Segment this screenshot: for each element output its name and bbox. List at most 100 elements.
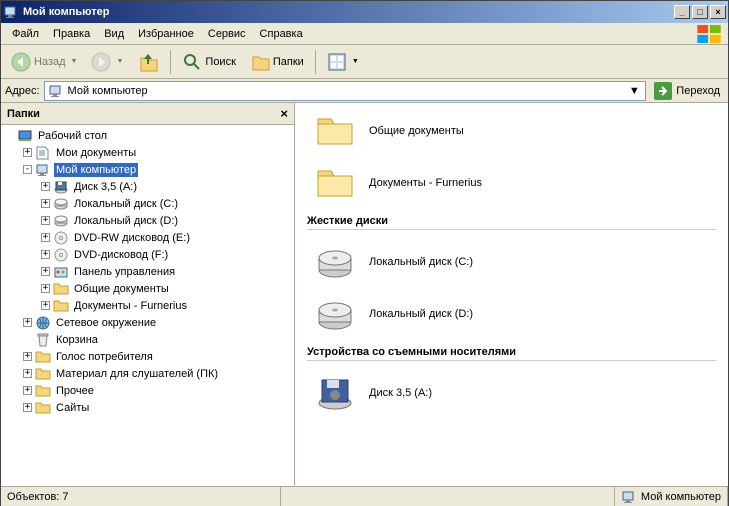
expand-icon[interactable]: + [41,233,50,242]
statusbar: Объектов: 7 Мой компьютер [1,486,728,506]
maximize-button[interactable]: □ [692,5,708,19]
desktop-icon [17,128,33,144]
expand-icon[interactable]: + [41,199,50,208]
tree-item[interactable]: + Общие документы [1,280,294,297]
chevron-down-icon: ▼ [352,58,359,65]
expand-icon[interactable]: + [41,216,50,225]
tree-item[interactable]: + Диск 3,5 (A:) [1,178,294,195]
expand-icon[interactable]: + [41,284,50,293]
views-button[interactable]: ▼ [321,48,365,76]
folder-icon [35,383,51,399]
separator [315,50,316,74]
item-floppy-a[interactable]: Диск 3,5 (A:) [307,373,716,413]
menu-tools[interactable]: Сервис [201,26,253,42]
forward-button[interactable]: ▼ [85,48,129,76]
status-objects-text: Объектов: 7 [7,491,69,503]
tree-item-label: Мои документы [54,146,138,160]
item-local-disk-d[interactable]: Локальный диск (D:) [307,294,716,334]
tree-item-label: Диск 3,5 (A:) [72,180,139,194]
content-pane[interactable]: Общие документы Документы - Furnerius Же… [295,103,728,486]
tree-item[interactable]: + Прочее [1,382,294,399]
menu-favorites[interactable]: Избранное [131,26,201,42]
titlebar: Мой компьютер _ □ × [1,1,728,23]
expand-icon[interactable]: + [23,386,32,395]
expand-icon[interactable]: + [23,403,32,412]
expand-icon[interactable]: + [23,352,32,361]
item-label: Диск 3,5 (A:) [369,387,432,399]
folder-icon [315,163,355,203]
tree-item[interactable]: Рабочий стол [1,127,294,144]
folder-icon [315,111,355,151]
chevron-down-icon: ▼ [116,58,123,65]
docs-icon [35,145,51,161]
go-button[interactable]: Переход [650,80,724,102]
tree-item-label: Общие документы [72,282,171,296]
minimize-button[interactable]: _ [674,5,690,19]
folder-icon [53,298,69,314]
tree-item[interactable]: +Голос потребителя [1,348,294,365]
section-hard-drives: Жесткие диски [307,215,716,230]
expand-icon[interactable]: + [23,148,32,157]
tree-item[interactable]: +Локальный диск (C:) [1,195,294,212]
folder-icon [35,400,51,416]
folders-pane-close[interactable]: × [280,106,288,121]
collapse-icon[interactable]: - [23,165,32,174]
address-combo[interactable]: ▼ [44,81,647,101]
forward-icon [91,52,111,72]
tree-item[interactable]: + Мои документы [1,144,294,161]
tree-item-label: Документы - Furnerius [72,299,189,313]
menu-file[interactable]: Файл [5,26,46,42]
go-label: Переход [676,85,720,97]
tree-item[interactable]: +Сайты [1,399,294,416]
tree-item-label: Мой компьютер [54,163,138,177]
tree-item-label: DVD-RW дисковод (E:) [72,231,192,245]
close-button[interactable]: × [710,5,726,19]
up-button[interactable] [131,47,165,77]
tree-item[interactable]: + Сетевое окружение [1,314,294,331]
tree-item[interactable]: + Документы - Furnerius [1,297,294,314]
computer-icon [48,83,64,99]
tree-item[interactable]: Корзина [1,331,294,348]
item-local-disk-c[interactable]: Локальный диск (C:) [307,242,716,282]
folder-icon [35,366,51,382]
hdd-icon [53,196,69,212]
tree-item-label: Прочее [54,384,96,398]
computer-icon [3,4,19,20]
expand-icon[interactable]: + [23,369,32,378]
expand-icon[interactable]: + [41,267,50,276]
status-mid [281,487,615,506]
address-label: Адрес: [5,85,40,97]
tree-item[interactable]: - Мой компьютер [1,161,294,178]
address-input[interactable] [68,85,623,97]
search-icon [182,52,202,72]
item-shared-documents[interactable]: Общие документы [307,111,716,151]
network-icon [35,315,51,331]
menu-view[interactable]: Вид [97,26,131,42]
separator [170,50,171,74]
menu-edit[interactable]: Правка [46,26,97,42]
tree-item[interactable]: + DVD-дисковод (F:) [1,246,294,263]
item-user-documents[interactable]: Документы - Furnerius [307,163,716,203]
tree-item-label: Рабочий стол [36,129,109,143]
expand-icon[interactable]: + [41,182,50,191]
folder-tree[interactable]: Рабочий стол + Мои документы - Мой компьютер… [1,125,294,486]
hdd-icon [315,294,355,334]
toolbar: Назад ▼ ▼ Поиск Папки ▼ [1,45,728,79]
tree-item-label: DVD-дисковод (F:) [72,248,170,262]
floppy-icon [315,373,355,413]
menu-help[interactable]: Справка [253,26,310,42]
expand-icon[interactable]: + [41,301,50,310]
back-button[interactable]: Назад ▼ [5,48,83,76]
item-label: Общие документы [369,125,464,137]
tree-item[interactable]: +Локальный диск (D:) [1,212,294,229]
expand-icon[interactable]: + [23,318,32,327]
tree-item-label: Сетевое окружение [54,316,158,330]
address-dropdown[interactable]: ▼ [626,85,642,97]
tree-item[interactable]: +Панель управления [1,263,294,280]
tree-item[interactable]: +Материал для слушателей (ПК) [1,365,294,382]
expand-icon[interactable]: + [41,250,50,259]
search-button[interactable]: Поиск [176,48,241,76]
folders-button[interactable]: Папки [244,48,310,76]
tree-item[interactable]: + DVD-RW дисковод (E:) [1,229,294,246]
item-label: Локальный диск (D:) [369,308,473,320]
